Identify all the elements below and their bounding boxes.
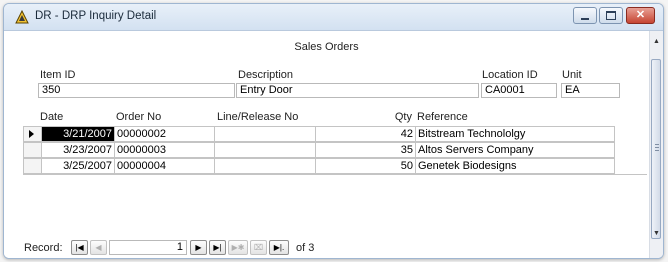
next-record-icon: ▶	[195, 243, 202, 252]
row-selector[interactable]	[23, 142, 42, 158]
maximize-button[interactable]	[599, 7, 623, 24]
filter-record-button[interactable]: ▶|.	[269, 240, 289, 255]
scroll-down-icon[interactable]: ▼	[652, 229, 661, 238]
order-no-cell[interactable]: 00000003	[114, 142, 215, 158]
grip-icon	[655, 144, 659, 153]
description-label: Description	[238, 69, 294, 81]
last-record-button[interactable]: ▶|	[209, 240, 226, 255]
col-header-qty: Qty	[394, 111, 412, 123]
order-no-cell[interactable]: 00000002	[114, 126, 215, 142]
scroll-thumb[interactable]	[651, 59, 661, 239]
reference-cell[interactable]: Bitstream Technololgy	[415, 126, 615, 142]
previous-record-icon: ◀	[95, 243, 102, 252]
location-id-label: Location ID	[482, 69, 538, 81]
col-header-date: Date	[40, 111, 64, 123]
close-icon: ✕	[635, 9, 646, 21]
item-id-label: Item ID	[40, 69, 76, 81]
line-release-cell[interactable]	[214, 142, 316, 158]
section-title: Sales Orders	[294, 41, 359, 53]
title-bar[interactable]: DR - DRP Inquiry Detail ✕	[4, 4, 663, 31]
current-record-input[interactable]: 1	[109, 240, 187, 255]
scroll-up-icon[interactable]: ▲	[652, 37, 661, 46]
table-row[interactable]: 3/23/2007 00000003 35 Altos Servers Comp…	[41, 142, 615, 158]
qty-cell[interactable]: 35	[315, 142, 416, 158]
row-selector[interactable]	[23, 158, 42, 174]
previous-record-button[interactable]: ◀	[90, 240, 107, 255]
next-record-button[interactable]: ▶	[190, 240, 207, 255]
line-release-cell[interactable]	[214, 158, 316, 174]
location-id-field[interactable]: CA0001	[481, 83, 557, 98]
item-id-field[interactable]: 350	[38, 83, 235, 98]
grid-divider	[23, 174, 647, 175]
reference-cell[interactable]: Genetek Biodesigns	[415, 158, 615, 174]
table-row[interactable]: 3/25/2007 00000004 50 Genetek Biodesigns	[41, 158, 615, 174]
delete-record-icon: ⌧	[253, 243, 264, 252]
date-cell[interactable]: 3/23/2007	[41, 142, 115, 158]
close-button[interactable]: ✕	[626, 7, 655, 24]
app-icon	[15, 10, 29, 24]
window-title: DR - DRP Inquiry Detail	[35, 10, 157, 22]
qty-cell[interactable]: 50	[315, 158, 416, 174]
current-record-icon	[29, 130, 34, 138]
record-count: of 3	[296, 242, 315, 254]
new-record-button[interactable]: ▶✱	[228, 240, 248, 255]
unit-field[interactable]: EA	[561, 83, 620, 98]
filter-icon: ▶|.	[273, 243, 285, 252]
new-record-icon: ▶✱	[231, 243, 245, 252]
col-header-order-no: Order No	[116, 111, 162, 123]
vertical-scrollbar[interactable]: ▲ ▼	[649, 31, 663, 258]
delete-record-button[interactable]: ⌧	[250, 240, 267, 255]
last-record-icon: ▶|	[213, 243, 222, 252]
row-selector[interactable]	[23, 126, 42, 142]
record-navigator: Record: |◀ ◀ 1 ▶ ▶| ▶✱ ⌧ ▶|. of 3	[4, 239, 649, 258]
maximize-icon	[606, 11, 616, 20]
table-row[interactable]: 3/21/2007 00000002 42 Bitstream Technolo…	[41, 126, 615, 142]
reference-cell[interactable]: Altos Servers Company	[415, 142, 615, 158]
order-no-cell[interactable]: 00000004	[114, 158, 215, 174]
minimize-icon	[581, 17, 589, 20]
date-cell[interactable]: 3/25/2007	[41, 158, 115, 174]
col-header-reference: Reference	[417, 111, 468, 123]
form-content: Sales Orders Item ID 350 Description Ent…	[4, 31, 649, 258]
qty-cell[interactable]: 42	[315, 126, 416, 142]
first-record-icon: |◀	[75, 243, 84, 252]
minimize-button[interactable]	[573, 7, 597, 24]
description-field[interactable]: Entry Door	[236, 83, 479, 98]
unit-label: Unit	[562, 69, 582, 81]
line-release-cell[interactable]	[214, 126, 316, 142]
col-header-line-release-no: Line/Release No	[217, 111, 299, 123]
first-record-button[interactable]: |◀	[71, 240, 88, 255]
date-cell[interactable]: 3/21/2007	[41, 126, 115, 142]
inquiry-window: DR - DRP Inquiry Detail ✕ Sales Orders I…	[3, 3, 664, 259]
record-label: Record:	[24, 242, 63, 254]
